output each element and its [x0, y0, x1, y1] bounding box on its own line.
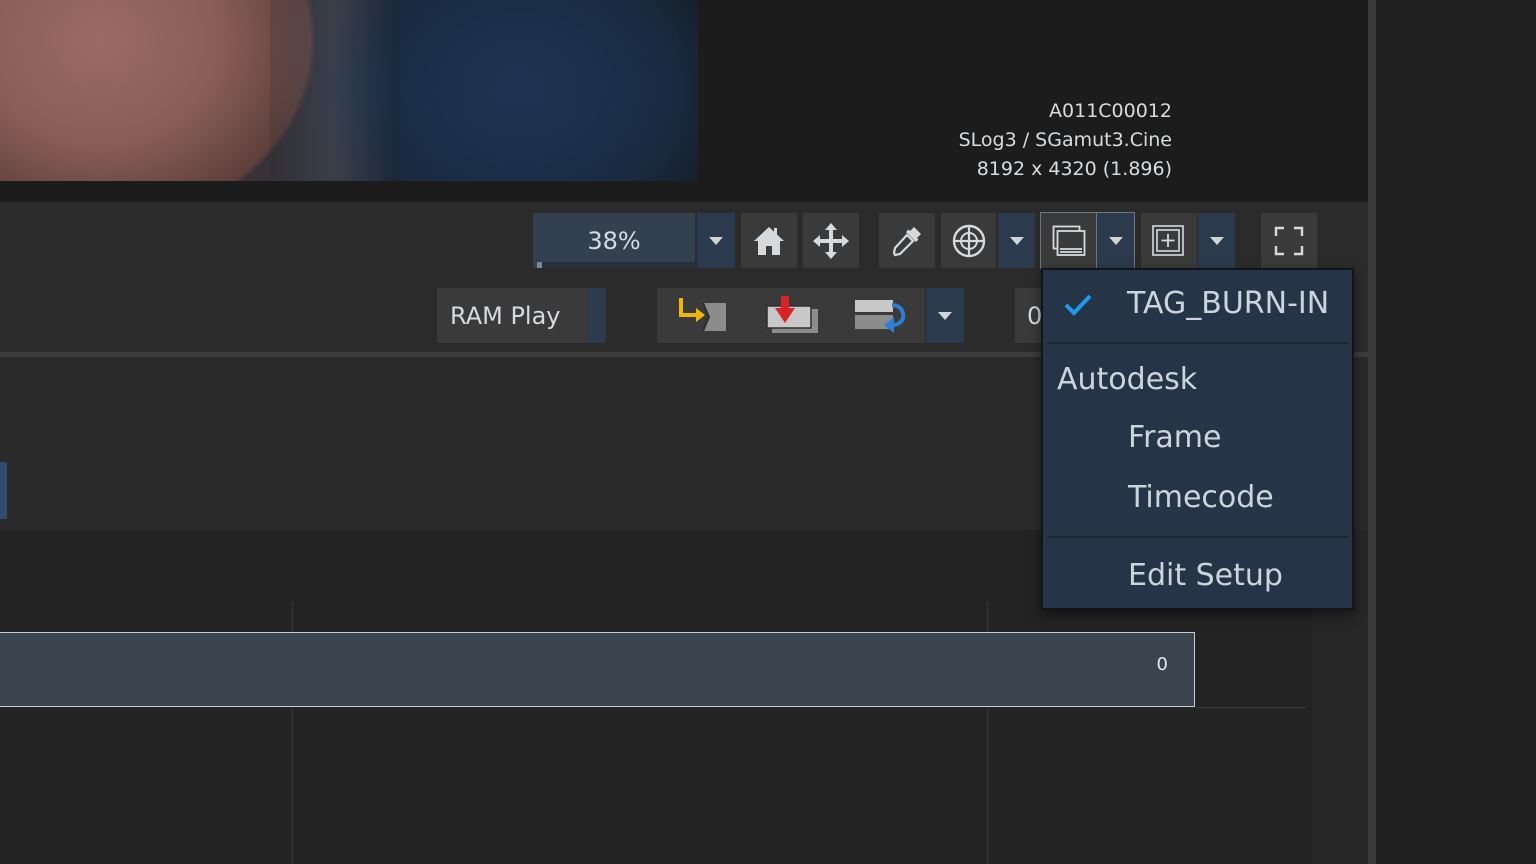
clip-name: A011C00012: [1049, 100, 1172, 122]
chevron-down-icon: [1009, 236, 1024, 245]
right-panel: [1376, 0, 1536, 864]
ram-play-dropdown-button[interactable]: [587, 288, 606, 343]
chevron-down-icon: [938, 311, 952, 320]
ram-play-button[interactable]: RAM Play: [437, 288, 587, 343]
menu-item-edit-setup[interactable]: Edit Setup: [1128, 558, 1283, 593]
guides-dropdown-button[interactable]: [998, 213, 1035, 268]
video-frame-shade: [270, 0, 400, 181]
menu-group-autodesk: Autodesk: [1057, 362, 1198, 397]
viewer-area: A011C00012 SLog3 / SGamut3.Cine 8192 x 4…: [0, 0, 1368, 202]
home-icon: [754, 226, 784, 255]
replace-button[interactable]: [852, 295, 910, 337]
zoom-field[interactable]: 38%: [533, 213, 695, 268]
overwrite-button[interactable]: [764, 295, 822, 337]
track-divider: [1196, 707, 1306, 708]
crosshair-icon: [952, 224, 985, 257]
zoom-slider-fill: [537, 262, 542, 268]
menu-separator: [1047, 536, 1349, 538]
checkmark-icon: [1064, 294, 1092, 316]
menu-item-frame[interactable]: Frame: [1128, 420, 1221, 455]
clip-colorspace: SLog3 / SGamut3.Cine: [958, 129, 1172, 151]
burnin-button[interactable]: [1040, 212, 1097, 269]
fullscreen-icon: [1274, 226, 1304, 255]
video-frame: [0, 0, 698, 181]
zoom-dropdown-button[interactable]: [697, 213, 735, 268]
chevron-down-icon: [1209, 236, 1224, 245]
guides-button[interactable]: [941, 213, 996, 268]
pan-button[interactable]: [803, 213, 859, 268]
chevron-down-icon: [709, 236, 723, 245]
add-overlay-dropdown-button[interactable]: [1198, 213, 1235, 268]
zoom-slider[interactable]: [537, 262, 695, 268]
chevron-down-icon: [1108, 236, 1123, 245]
menu-item-tag-burnin[interactable]: TAG_BURN-IN: [1127, 286, 1329, 321]
home-button[interactable]: [741, 213, 797, 268]
burnin-overlay-icon: [1052, 225, 1085, 256]
edit-tools-dropdown-button[interactable]: [926, 288, 964, 343]
eyedropper-icon: [892, 226, 921, 256]
add-overlay-button[interactable]: [1141, 213, 1197, 268]
add-overlay-icon: [1152, 224, 1184, 256]
insert-icon: [679, 298, 726, 331]
panel-splitter[interactable]: [1368, 0, 1376, 864]
fullscreen-button[interactable]: [1261, 213, 1317, 268]
track-value: 0: [1156, 654, 1168, 675]
menu-separator: [1047, 342, 1349, 344]
clip-resolution: 8192 x 4320 (1.896): [976, 158, 1172, 180]
burnin-dropdown-menu: TAG_BURN-IN Autodesk Frame Timecode Edit…: [1041, 268, 1354, 610]
replace-icon: [855, 300, 906, 333]
menu-item-timecode[interactable]: Timecode: [1128, 480, 1274, 515]
burnin-dropdown-button[interactable]: [1097, 212, 1135, 269]
insert-button[interactable]: [672, 295, 730, 337]
overwrite-icon: [766, 296, 818, 333]
timeline-track[interactable]: [0, 632, 1195, 707]
eyedropper-button[interactable]: [879, 213, 935, 268]
move-icon: [813, 222, 849, 259]
selection-accent: [0, 462, 7, 519]
